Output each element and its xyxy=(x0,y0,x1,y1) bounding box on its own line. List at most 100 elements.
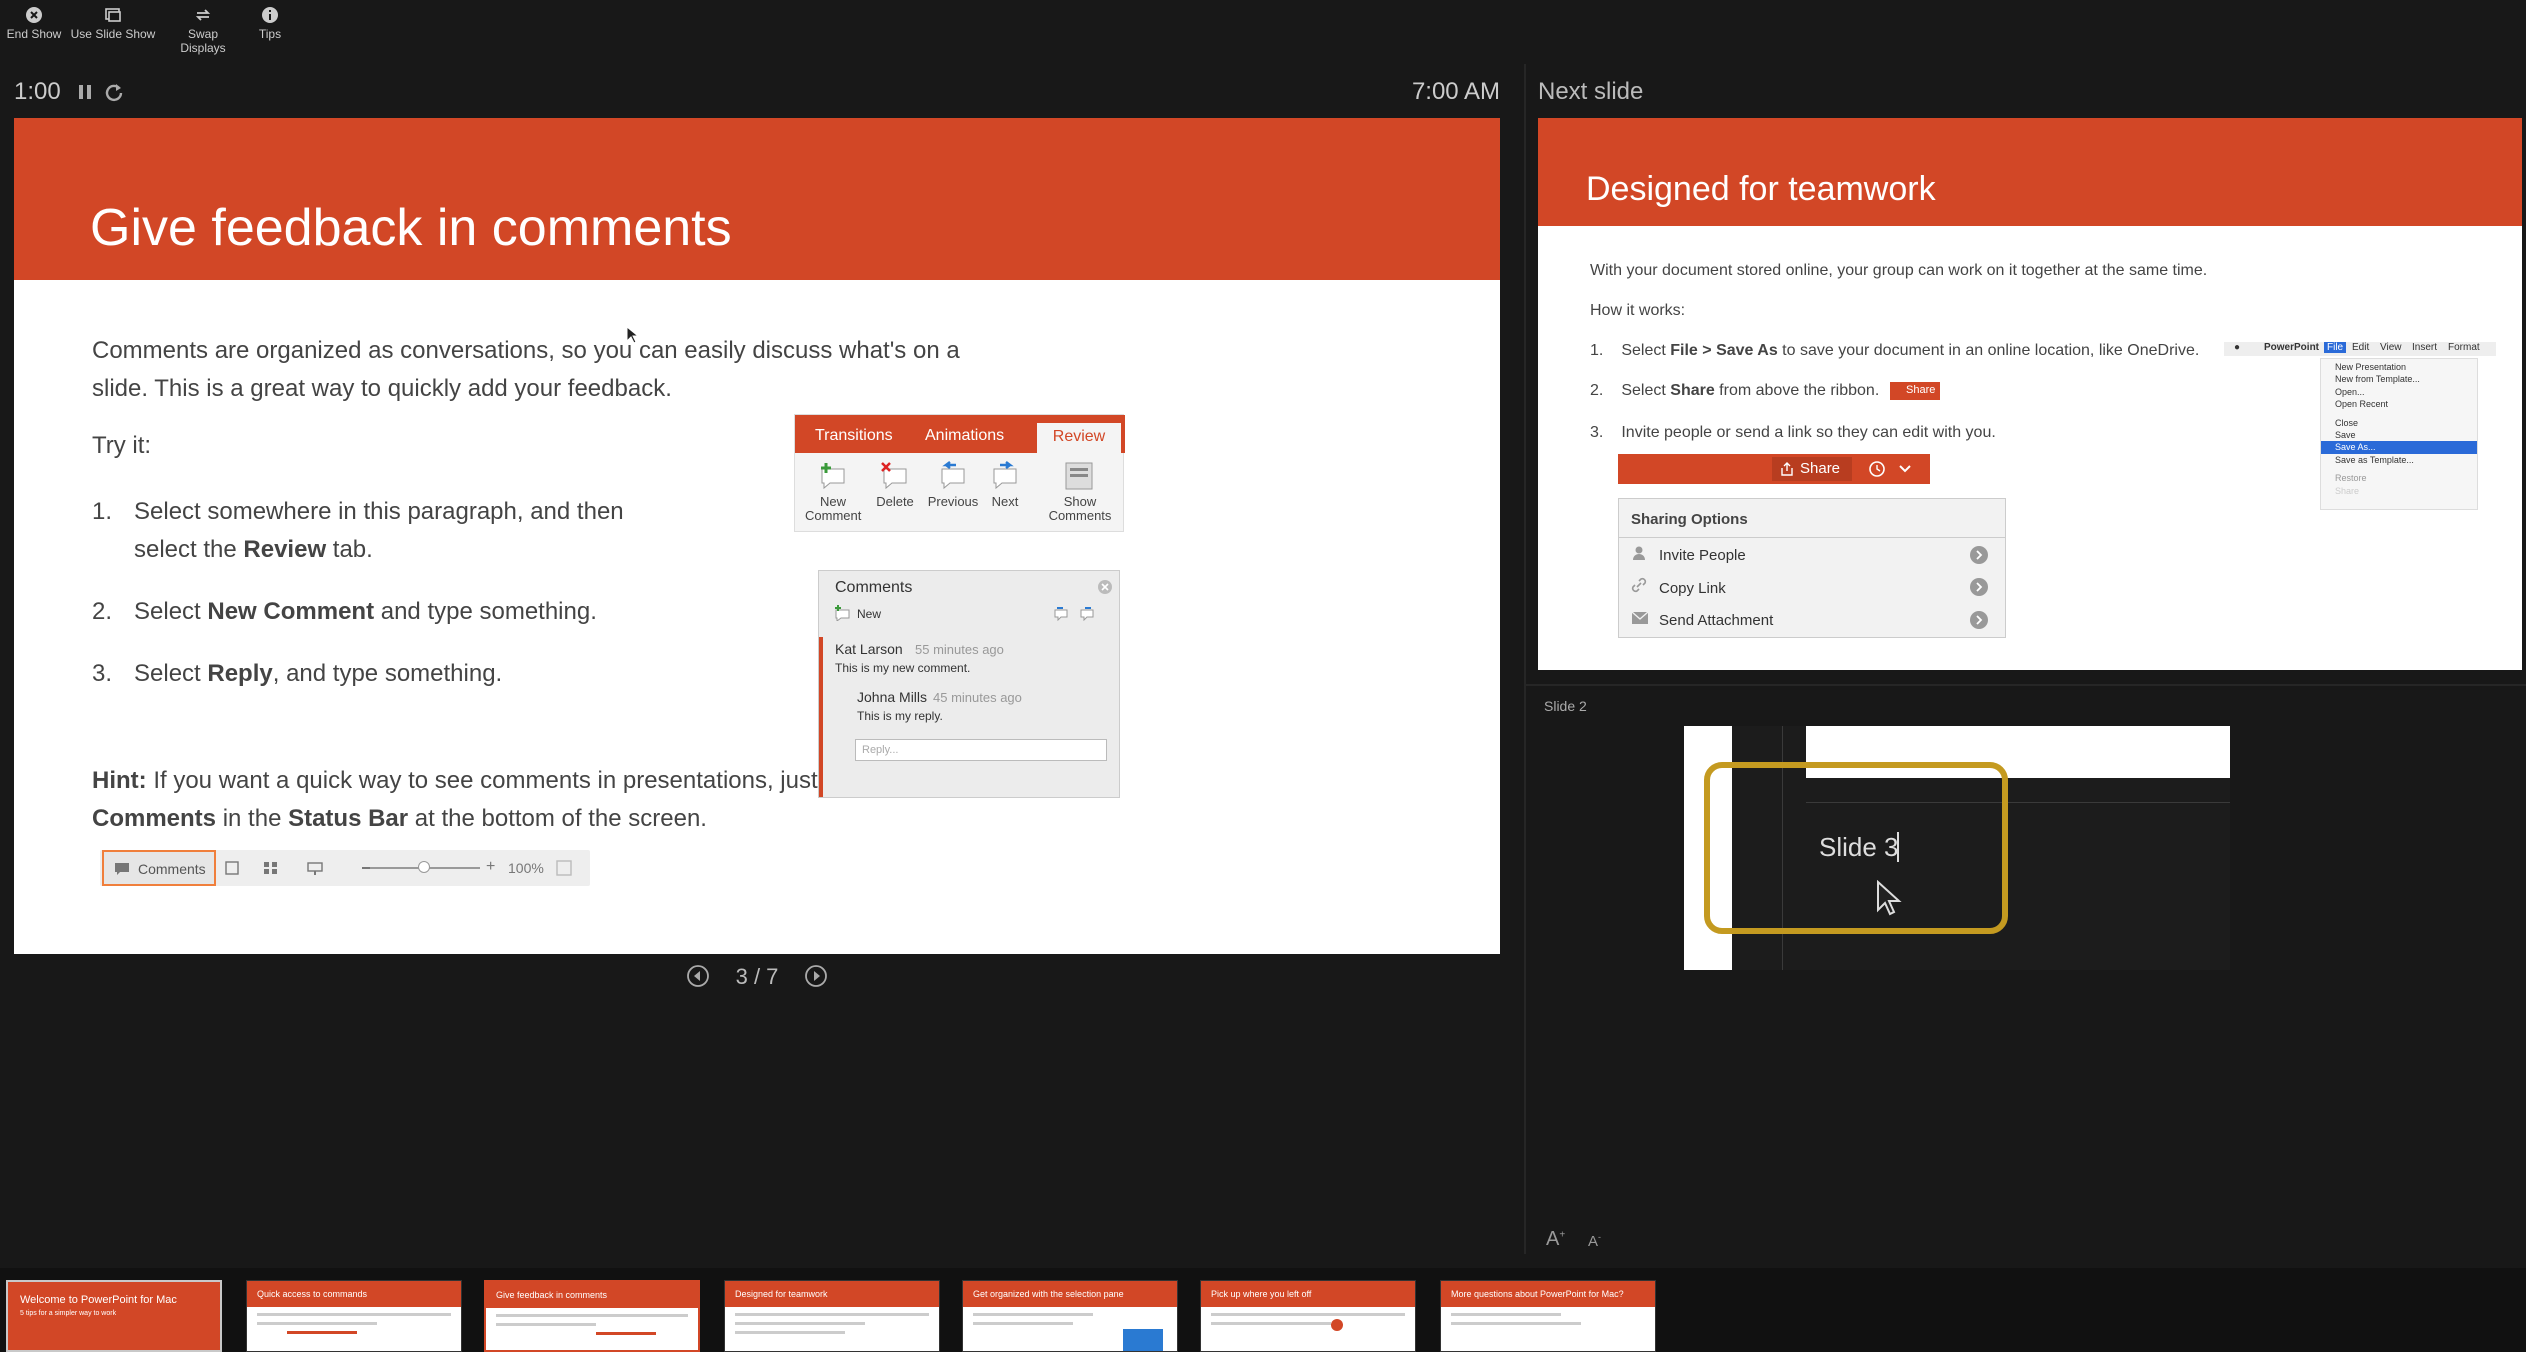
show-comments-button: Show Comments xyxy=(1045,461,1115,523)
previous-comment-icon xyxy=(941,461,965,490)
thumbnail-line xyxy=(735,1322,865,1325)
thumbnail-line xyxy=(735,1331,845,1334)
comments-pane-screenshot: Comments New Kat Larson 55 minutes ago T… xyxy=(818,570,1120,798)
file-menu-mock: New Presentation New from Template... Op… xyxy=(2320,358,2478,510)
zoom-slider-thumb xyxy=(418,861,430,873)
notes-divider[interactable] xyxy=(1526,684,2526,686)
reset-timer-icon[interactable] xyxy=(104,82,124,102)
step-1: 1. Select somewhere in this paragraph, a… xyxy=(92,498,624,563)
comment-time-1: 55 minutes ago xyxy=(915,642,1004,657)
option-arrow-icons xyxy=(1970,546,1988,629)
tips-button[interactable]: Tips xyxy=(250,6,290,41)
file-menu-item: Close xyxy=(2335,417,2359,428)
thumbnail-line xyxy=(1211,1313,1405,1316)
thumbnail-3-title: Give feedback in comments xyxy=(486,1282,698,1308)
step-1-bold: Review xyxy=(243,536,327,563)
sharing-divider xyxy=(1619,537,2005,538)
use-slide-show-button[interactable]: Use Slide Show xyxy=(70,6,156,41)
next-step-2: 2. Select Share from above the ribbon. xyxy=(1590,382,1880,399)
clock: 7:00 AM xyxy=(1411,78,1500,105)
slide-intro: Comments are organized as conversations,… xyxy=(92,337,960,402)
pause-icon[interactable] xyxy=(78,84,92,100)
previous-slide-icon[interactable] xyxy=(686,964,710,988)
thumbnail-line xyxy=(973,1322,1073,1325)
new-comment-small-icon xyxy=(835,605,850,621)
hint-text-2: in the xyxy=(216,805,289,832)
slide-title: Give feedback in comments xyxy=(90,199,732,257)
next-slide-intro: With your document stored online, your g… xyxy=(1590,262,2208,279)
swap-displays-button[interactable]: Swap Displays xyxy=(164,6,242,55)
thumbnail-1[interactable]: Welcome to PowerPoint for Mac 5 tips for… xyxy=(6,1280,222,1352)
menubar-view: View xyxy=(2380,342,2402,353)
thumbnail-6[interactable]: Pick up where you left off xyxy=(1200,1280,1416,1352)
ribbon-screenshot: Transitions Animations Review New Commen… xyxy=(794,414,1125,532)
thumbnail-5[interactable]: Get organized with the selection pane xyxy=(962,1280,1178,1352)
thumbnail-7[interactable]: More questions about PowerPoint for Mac? xyxy=(1440,1280,1656,1352)
step-2-end: and type something. xyxy=(374,598,597,625)
next-step-1-end: to save your document in an online locat… xyxy=(1777,342,2200,359)
pane-divider[interactable] xyxy=(1524,64,1526,1254)
increase-font-button[interactable]: A+ xyxy=(1546,1228,1565,1251)
next-comment-icon xyxy=(993,461,1017,490)
comment-thread-marker xyxy=(819,637,823,797)
swap-displays-label: Swap Displays xyxy=(180,27,226,55)
thumbnail-line xyxy=(257,1322,377,1325)
next-slide-preview[interactable]: Designed for teamwork With your document… xyxy=(1538,118,2522,670)
notes-label: Slide 2 xyxy=(1544,698,1587,714)
close-pane-icon xyxy=(1098,580,1112,594)
thumbnail-line xyxy=(735,1313,929,1316)
new-comment-label: New Comment xyxy=(805,494,862,523)
menubar-format: Format xyxy=(2448,342,2480,353)
comment-author-2: Johna Mills xyxy=(857,689,928,705)
end-show-button[interactable]: End Show xyxy=(6,6,62,41)
cursor-arrow-icon xyxy=(1877,880,1902,916)
link-icon xyxy=(1631,577,1647,593)
next-step-3: 3. Invite people or send a link so they c… xyxy=(1590,424,1996,441)
show-comments-label: Show Comments xyxy=(1048,494,1112,523)
mac-menubar-mock: ● PowerPoint File Edit View Insert Forma… xyxy=(2224,342,2496,356)
mouse-pointer-icon xyxy=(626,326,638,344)
apple-icon: ● xyxy=(2234,342,2241,353)
reply-field: Reply... xyxy=(855,739,1107,761)
thumbnail-line xyxy=(1211,1322,1331,1325)
new-comment-text: New xyxy=(857,607,882,621)
step-2: 2. Select New Comment and type something… xyxy=(92,598,597,625)
next-button: Next xyxy=(977,461,1033,509)
sharing-options-title: Sharing Options xyxy=(1631,511,1748,528)
view-buttons-icons xyxy=(225,861,372,875)
file-menu-item: Open Recent xyxy=(2335,399,2389,410)
previous-label: Previous xyxy=(927,494,979,509)
next-step-2-end: from above the ribbon. xyxy=(1714,382,1880,399)
step-1-end: tab. xyxy=(326,536,373,563)
tips-label: Tips xyxy=(258,27,282,41)
step-3-end: , and type something. xyxy=(272,660,503,687)
hint-label: Hint: xyxy=(92,767,147,794)
slide-show-icon xyxy=(105,8,121,22)
file-menu-item: Open... xyxy=(2335,386,2365,397)
next-label: Next xyxy=(991,494,1019,509)
thumbnail-4[interactable]: Designed for teamwork xyxy=(724,1280,940,1352)
delete-button: Delete xyxy=(867,461,923,509)
menubar-powerpoint: PowerPoint xyxy=(2264,342,2320,353)
step-3-text: Select xyxy=(134,660,208,687)
current-slide: Give feedback in comments Comments are o… xyxy=(14,118,1500,954)
thumbnail-1-title: Welcome to PowerPoint for Mac xyxy=(20,1294,177,1306)
comment-time-2: 45 minutes ago xyxy=(933,690,1022,705)
slide-title-banner: Give feedback in comments xyxy=(14,118,1500,280)
next-slide-icon[interactable] xyxy=(804,964,828,988)
hint-text-1: If you want a quick way to see comments … xyxy=(146,767,888,794)
thumbnail-3-current[interactable]: Give feedback in comments xyxy=(484,1280,700,1352)
thumbnail-2[interactable]: Quick access to commands xyxy=(246,1280,462,1352)
thumbnail-1-subtitle: 5 tips for a simpler way to work xyxy=(20,1310,117,1317)
decrease-font-button[interactable]: A- xyxy=(1588,1232,1601,1250)
hint-status-bar: Status Bar xyxy=(288,805,409,832)
thumbnail-line xyxy=(257,1313,451,1316)
next-slide-label: Next slide xyxy=(1538,78,1644,105)
next-slide-how: How it works: xyxy=(1590,302,1686,319)
share-toolbar-mock: Share xyxy=(1618,454,1930,484)
file-menu-item: Save as Template... xyxy=(2335,454,2414,465)
fit-slide-icon xyxy=(556,860,572,876)
comment-text-2: This is my reply. xyxy=(857,709,943,723)
zoom-plus-icon: + xyxy=(486,858,496,875)
zoom-level: 100% xyxy=(508,860,544,876)
